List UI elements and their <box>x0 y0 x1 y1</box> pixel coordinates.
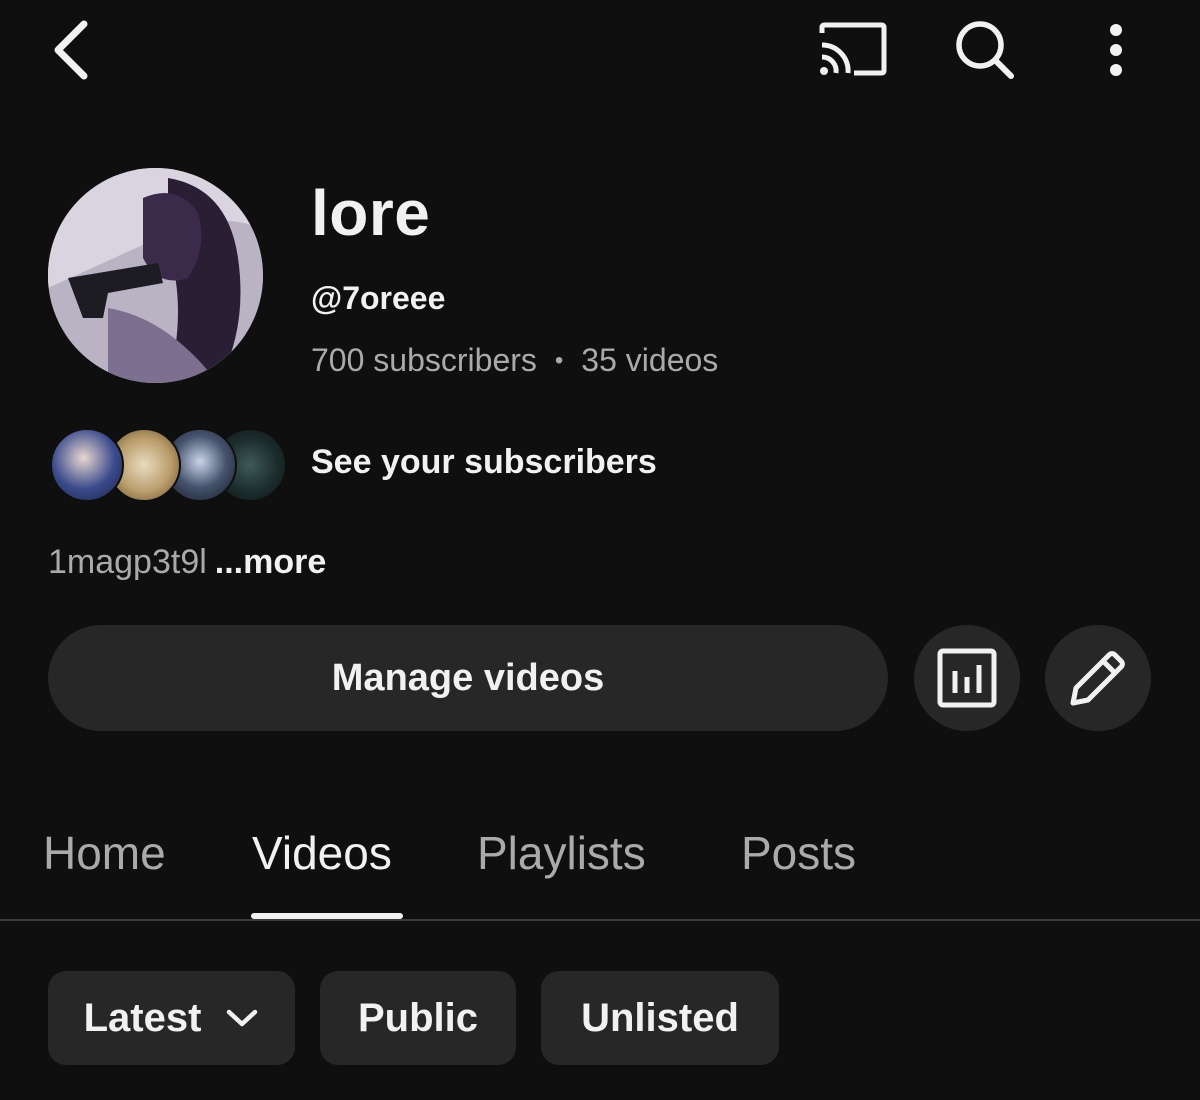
avatar-image <box>48 168 263 383</box>
cast-button[interactable] <box>808 10 898 90</box>
tab-posts[interactable]: Posts <box>741 826 856 880</box>
channel-handle: @7oreee <box>311 280 446 316</box>
channel-name: lore <box>311 177 431 249</box>
edit-channel-button[interactable] <box>1045 625 1151 731</box>
cast-icon <box>819 22 887 76</box>
chip-label: Latest <box>83 995 202 1040</box>
video-count: 35 videos <box>581 342 719 378</box>
active-tab-indicator <box>251 913 403 919</box>
tab-videos[interactable]: Videos <box>252 826 392 880</box>
filter-chip-unlisted[interactable]: Unlisted <box>541 971 779 1065</box>
back-arrow-icon <box>54 20 88 80</box>
stats-separator: • <box>554 346 564 374</box>
manage-videos-button[interactable]: Manage videos <box>48 625 888 731</box>
analytics-icon <box>937 648 997 708</box>
channel-avatar[interactable] <box>48 168 263 383</box>
filter-chip-public[interactable]: Public <box>320 971 516 1065</box>
tab-home[interactable]: Home <box>43 826 166 880</box>
search-icon <box>956 21 1014 79</box>
tabs-divider <box>0 919 1200 921</box>
back-button[interactable] <box>30 10 110 90</box>
subscriber-count: 700 subscribers <box>311 342 537 378</box>
search-button[interactable] <box>940 10 1030 90</box>
see-subscribers-link[interactable]: See your subscribers <box>311 443 657 482</box>
filter-chip-latest[interactable]: Latest <box>48 971 295 1065</box>
channel-stats: 700 subscribers • 35 videos <box>311 342 718 379</box>
more-options-button[interactable] <box>1076 10 1156 90</box>
tab-playlists[interactable]: Playlists <box>477 826 646 880</box>
description-more-link[interactable]: ...more <box>215 543 326 581</box>
analytics-button[interactable] <box>914 625 1020 731</box>
edit-pencil-icon <box>1070 651 1125 706</box>
description-text: 1magp3t9l <box>48 543 207 581</box>
more-vertical-icon <box>1110 24 1122 76</box>
subscriber-avatar[interactable] <box>50 428 124 502</box>
channel-description[interactable]: 1magp3t9l ...more <box>48 543 326 582</box>
chevron-down-icon <box>225 1007 259 1029</box>
